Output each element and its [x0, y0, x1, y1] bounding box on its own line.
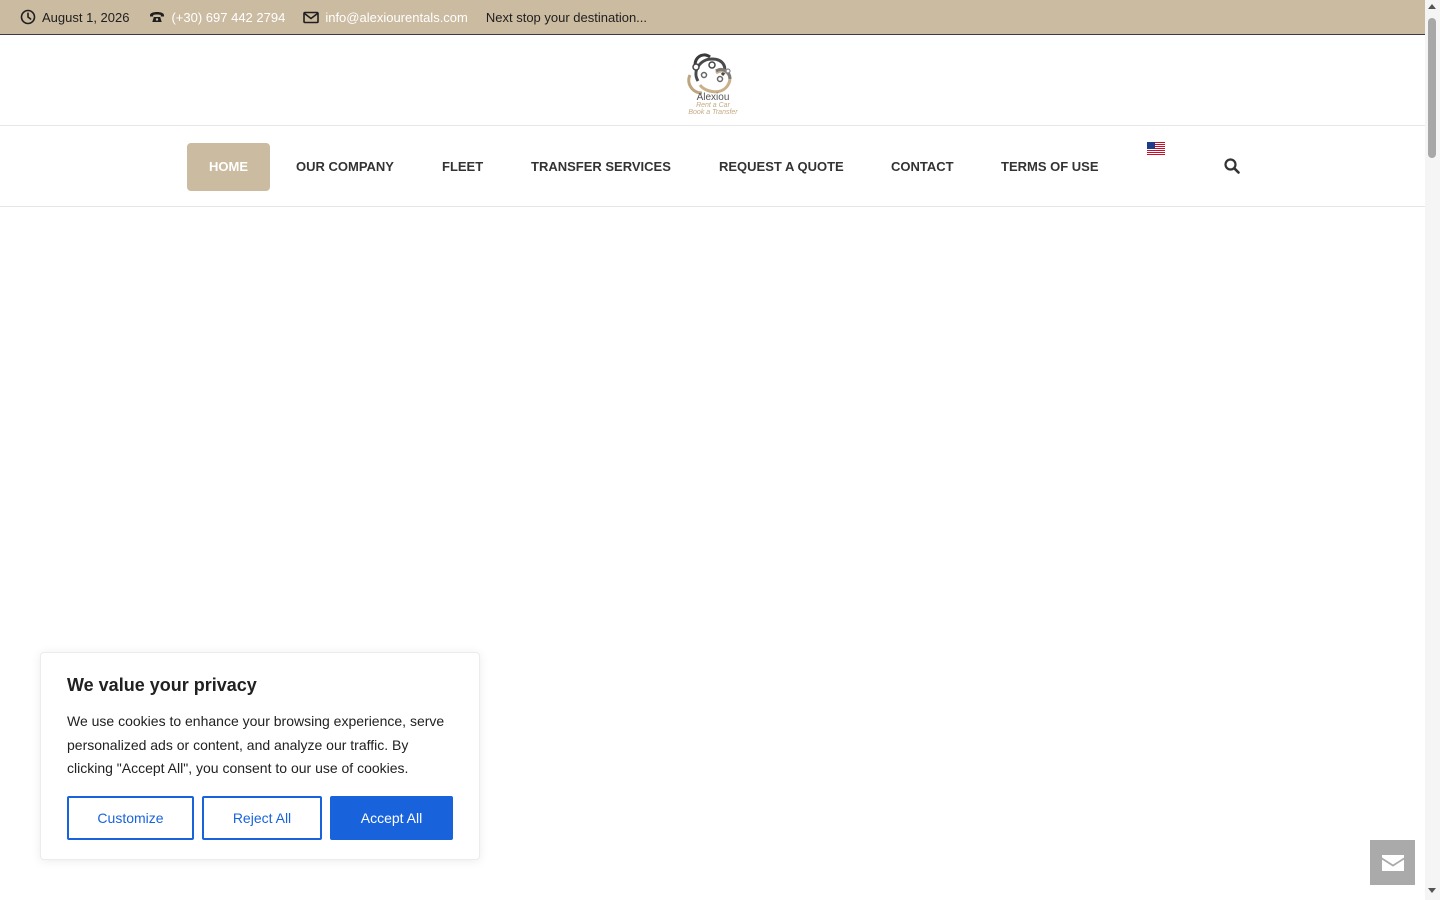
contact-float-button[interactable] — [1370, 840, 1415, 885]
search-icon[interactable] — [1224, 158, 1240, 174]
nav-item-transfer-services[interactable]: TRANSFER SERVICES — [531, 143, 671, 191]
customize-button[interactable]: Customize — [67, 796, 194, 840]
nav-item-contact[interactable]: CONTACT — [891, 143, 954, 191]
clock-icon — [20, 9, 36, 25]
email-item[interactable]: info@alexiourentals.com — [303, 10, 468, 25]
logo-tagline-1: Rent a Car — [696, 102, 731, 109]
scroll-thumb[interactable] — [1428, 18, 1436, 158]
envelope-icon — [303, 11, 320, 23]
main-nav: HOME OUR COMPANY FLEET TRANSFER SERVICES… — [0, 126, 1425, 207]
nav-item-fleet[interactable]: FLEET — [442, 143, 483, 191]
cookie-title: We value your privacy — [67, 675, 257, 695]
phone-link[interactable]: (+30) 697 442 2794 — [171, 10, 285, 25]
tagline-text: Next stop your destination... — [485, 9, 648, 25]
tagline-item: Next stop your destination... — [486, 10, 647, 25]
nav-item-terms-of-use[interactable]: TERMS OF USE — [1001, 143, 1099, 191]
cookie-description: We use cookies to enhance your browsing … — [67, 713, 445, 776]
header-logo-area: Alexiou Rent a Car Book a Transfer — [0, 35, 1425, 126]
reject-all-button[interactable]: Reject All — [202, 796, 322, 840]
logo-tagline-2: Book a Transfer — [688, 109, 738, 116]
nav-item-request-a-quote[interactable]: REQUEST A QUOTE — [719, 143, 844, 191]
email-link[interactable]: info@alexiourentals.com — [325, 10, 468, 25]
envelope-icon — [1381, 854, 1404, 871]
cookie-buttons: Customize Reject All Accept All — [67, 796, 453, 840]
phone-icon — [150, 12, 165, 22]
page: August 1, 2026 (+30) 697 442 2794 info@a… — [0, 0, 1440, 900]
nav-item-our-company[interactable]: OUR COMPANY — [296, 143, 394, 191]
date-text: August 1, 2026 — [42, 9, 130, 25]
scroll-up-arrow-icon[interactable] — [1428, 4, 1436, 9]
us-flag-icon[interactable] — [1147, 142, 1165, 155]
nav-item-home[interactable]: HOME — [187, 143, 270, 191]
accept-all-button[interactable]: Accept All — [330, 796, 453, 840]
cookie-consent-banner: We value your privacy We use cookies to … — [40, 652, 480, 860]
top-bar: August 1, 2026 (+30) 697 442 2794 info@a… — [0, 0, 1425, 35]
scroll-down-arrow-icon[interactable] — [1428, 888, 1436, 893]
date-item: August 1, 2026 — [20, 9, 129, 25]
page-scrollbar[interactable] — [1425, 0, 1440, 900]
phone-item[interactable]: (+30) 697 442 2794 — [149, 10, 285, 25]
site-logo[interactable]: Alexiou Rent a Car Book a Transfer — [676, 41, 750, 117]
